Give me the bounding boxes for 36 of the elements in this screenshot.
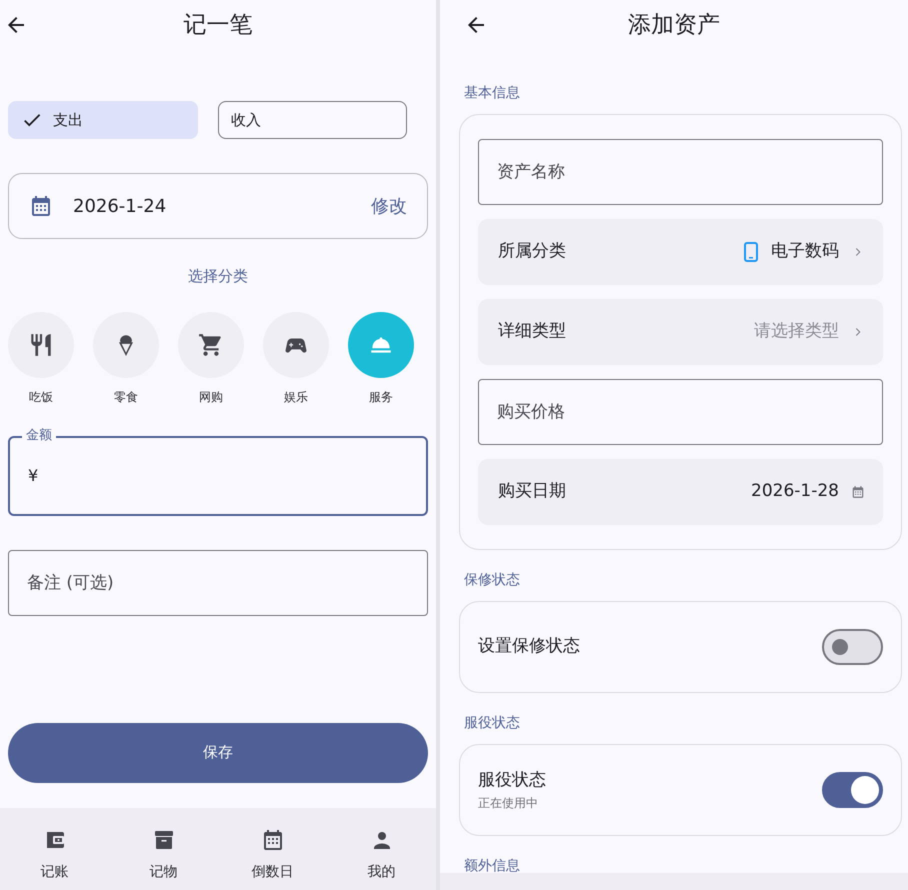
toggle-switch[interactable] <box>822 772 883 808</box>
section-heading: 基本信息 <box>463 84 521 103</box>
category-label: 零食 <box>114 388 138 406</box>
select-row[interactable]: 详细类型 请选择类型 <box>478 299 883 365</box>
setting-description: 正在使用中 <box>478 794 539 812</box>
select-row[interactable]: 所属分类 电子数码 <box>478 219 883 285</box>
edit-link[interactable]: 修改 <box>371 192 407 220</box>
setting-label: 设置保修状态 <box>478 635 580 658</box>
category-label: 吃饭 <box>29 388 53 406</box>
calendar-icon <box>851 485 865 499</box>
save-button[interactable]: 保存 <box>8 722 428 782</box>
section-heading: 选择分类 <box>188 266 248 287</box>
type-tab[interactable]: 支出 <box>8 101 198 139</box>
type-tab[interactable]: 收入 <box>218 101 407 139</box>
setting-label: 服役状态 <box>478 769 546 792</box>
note-field[interactable]: 备注 (可选) <box>8 550 428 616</box>
calendar-icon <box>29 194 53 218</box>
category-label: 服务 <box>369 388 393 406</box>
section-heading: 额外信息 <box>463 857 521 876</box>
date-text: 2026-1-24 <box>73 194 166 218</box>
text-field[interactable]: 购买价格 <box>478 379 883 445</box>
toggle-switch[interactable] <box>822 629 883 665</box>
nav-tab[interactable]: 我的 <box>327 808 436 890</box>
category-label: 网购 <box>199 388 223 406</box>
screen-title: 添加资产 <box>628 12 720 38</box>
nav-tab[interactable]: 倒数日 <box>218 808 327 890</box>
category-label: 娱乐 <box>284 388 308 406</box>
phone-icon <box>743 242 759 262</box>
nav-tab[interactable]: 记物 <box>109 808 218 890</box>
screen-title: 记一笔 <box>184 12 252 38</box>
text-field[interactable]: 资产名称 <box>478 139 883 205</box>
currency-symbol: ¥ <box>28 464 38 486</box>
nav-tab[interactable]: 记账 <box>0 808 109 890</box>
date-picker-row[interactable]: 购买日期 2026-1-28 <box>478 459 883 525</box>
section-heading: 服役状态 <box>463 714 521 733</box>
section-heading: 保修状态 <box>463 571 521 590</box>
